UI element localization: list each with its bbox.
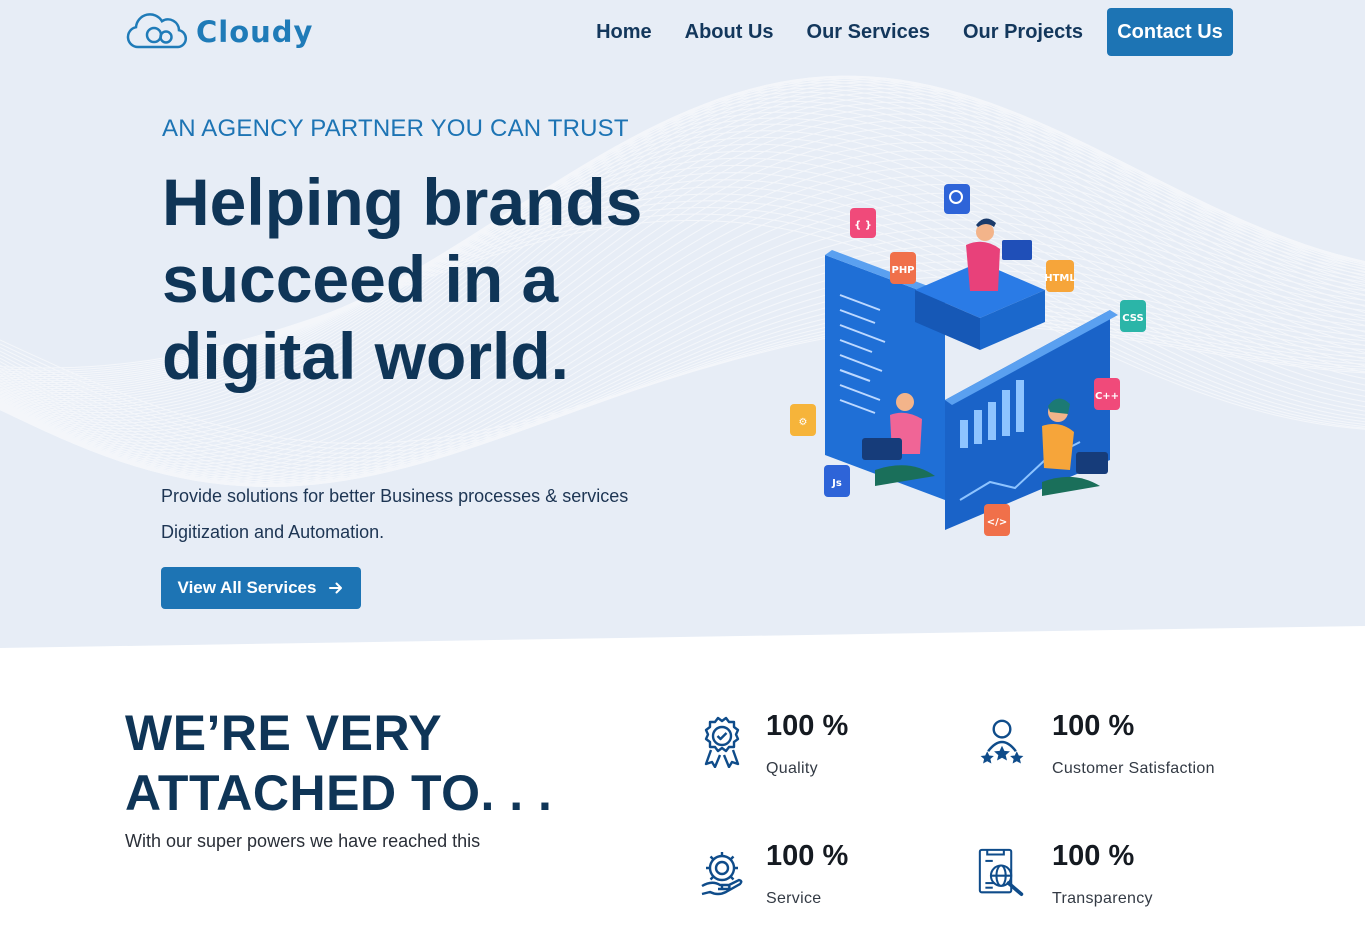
stat-transparency: 100 % Transparency (978, 840, 1244, 910)
svg-text:</>: </> (987, 517, 1007, 528)
attached-title: WE’RE VERY ATTACHED TO. . . (125, 703, 552, 823)
svg-text:{ }: { } (854, 220, 872, 231)
nav-about-us[interactable]: About Us (685, 21, 774, 44)
stat-quality: 100 % Quality (698, 710, 978, 780)
nav-our-services[interactable]: Our Services (807, 21, 930, 44)
stat-transparency-label: Transparency (1052, 890, 1153, 907)
award-badge-icon (704, 716, 740, 768)
hero-eyebrow: AN AGENCY PARTNER YOU CAN TRUST (162, 115, 629, 142)
svg-text:CSS: CSS (1122, 313, 1143, 324)
svg-text:PHP: PHP (891, 265, 914, 276)
svg-text:C++: C++ (1095, 391, 1119, 402)
attached-title-line1: WE’RE VERY (125, 705, 443, 761)
nav-our-projects[interactable]: Our Projects (963, 21, 1083, 44)
attached-subtitle: With our super powers we have reached th… (125, 831, 481, 851)
brand-name: Cloudy (196, 15, 314, 49)
nav-home[interactable]: Home (596, 21, 652, 44)
cloud-logo-icon (126, 13, 188, 49)
attached-title-line2: ATTACHED TO. . . (125, 765, 553, 821)
customer-stars-icon (980, 719, 1024, 764)
stat-customer-satisfaction-value: 100 % (1052, 710, 1135, 742)
service-gear-hand-icon (701, 852, 743, 896)
svg-text:Js: Js (831, 478, 842, 489)
arrow-right-icon (329, 582, 343, 594)
stat-service: 100 % Service (698, 840, 978, 910)
contact-us-button[interactable]: Contact Us (1107, 8, 1233, 56)
view-all-services-button[interactable]: View All Services (161, 567, 361, 609)
top-navigation: Cloudy Home About Us Our Services Our Pr… (0, 0, 1365, 64)
stat-customer-satisfaction: 100 % Customer Satisfaction (980, 710, 1244, 780)
hero-section: { } PHP HTML CSS C++ ⚙ Js </> AN AGENCY … (0, 0, 1365, 648)
stat-transparency-value: 100 % (1052, 840, 1135, 872)
svg-text:⚙: ⚙ (799, 417, 808, 428)
nav-links: Home About Us Our Services Our Projects … (596, 8, 1233, 56)
brand-logo[interactable]: Cloudy (124, 10, 313, 54)
hero-headline: Helping brands succeed in a digital worl… (162, 165, 643, 393)
svg-text:HTML: HTML (1044, 273, 1076, 284)
hero-illustration: { } PHP HTML CSS C++ ⚙ Js </> (790, 184, 1146, 536)
document-search-icon (978, 848, 1024, 896)
hero-description: Provide solutions for better Business pr… (161, 486, 629, 542)
stat-service-value: 100 % (766, 840, 849, 872)
view-all-services-label: View All Services (177, 578, 317, 597)
stat-customer-satisfaction-label: Customer Satisfaction (1052, 760, 1215, 777)
stat-quality-value: 100 % (766, 710, 849, 742)
stat-service-label: Service (766, 890, 822, 907)
stat-quality-label: Quality (766, 760, 818, 777)
